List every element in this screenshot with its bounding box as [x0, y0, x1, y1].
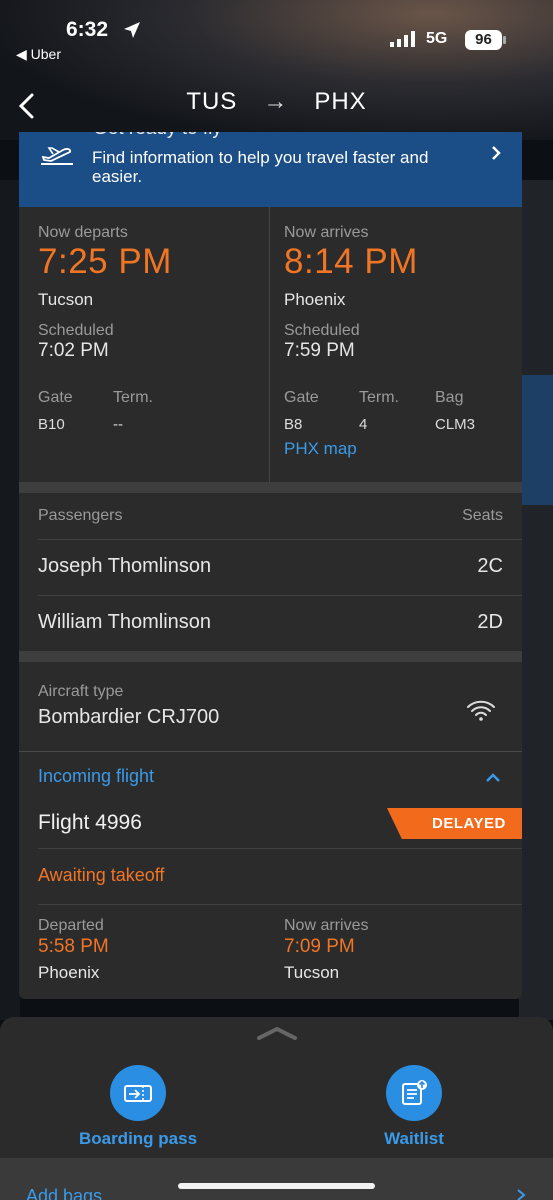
departed-city: Phoenix	[38, 963, 100, 982]
waitlist-button[interactable]: Waitlist	[334, 1065, 494, 1149]
incoming-flight-number: Flight 4996	[38, 811, 142, 834]
chevron-right-icon	[517, 1189, 526, 1200]
boarding-pass-button[interactable]: Boarding pass	[58, 1065, 218, 1149]
sheet-handle-icon[interactable]	[256, 1025, 298, 1041]
terminal-label: Term.	[359, 389, 399, 406]
add-bags-row[interactable]: Add bags	[0, 1158, 553, 1200]
departs-label: Now departs	[38, 224, 128, 241]
destination-code: PHX	[314, 88, 367, 115]
battery-icon: 96	[465, 30, 502, 50]
incoming-flight-section: Incoming flight Flight 4996 DELAYED Awai…	[19, 753, 522, 999]
incoming-arrives-label: Now arrives	[284, 917, 369, 934]
departure-gate: B10	[38, 416, 65, 433]
route-title: TUS → PHX	[0, 88, 553, 116]
location-arrow-icon	[124, 22, 140, 38]
banner-title: Get ready to fly	[93, 132, 222, 140]
flight-details-card: Get ready to fly Find information to hel…	[19, 132, 522, 999]
seats-header: Seats	[462, 507, 503, 524]
arrival-column: Now arrives 8:14 PM Phoenix Scheduled 7:…	[284, 207, 522, 482]
departure-time: 7:25 PM	[38, 242, 172, 281]
departed-label: Departed	[38, 917, 104, 934]
travel-info-banner[interactable]: Get ready to fly Find information to hel…	[19, 132, 522, 207]
bag-label: Bag	[435, 389, 464, 406]
home-indicator	[178, 1183, 375, 1189]
passengers-section: Passengers Seats Joseph Thomlinson 2C Wi…	[19, 493, 522, 651]
aircraft-type: Bombardier CRJ700	[38, 706, 220, 728]
incoming-departed: Departed 5:58 PM Phoenix	[38, 917, 109, 983]
back-to-app-link[interactable]: ◀ Uber	[16, 46, 61, 63]
chevron-right-icon	[492, 146, 501, 160]
boarding-pass-label: Boarding pass	[78, 1129, 198, 1148]
passenger-seat: 2C	[477, 555, 503, 577]
passenger-name: Joseph Thomlinson	[38, 555, 212, 577]
bottom-action-sheet: Boarding pass Waitlist Add bags	[0, 1017, 553, 1200]
phx-map-link[interactable]: PHX map	[284, 439, 357, 459]
delayed-badge: DELAYED	[387, 808, 522, 839]
passenger-row[interactable]: Joseph Thomlinson 2C	[38, 539, 522, 595]
bag-claim: CLM3	[435, 416, 476, 433]
arrives-label: Now arrives	[284, 224, 369, 241]
waitlist-label: Waitlist	[384, 1129, 444, 1148]
terminal-label: Term.	[113, 389, 153, 406]
section-divider	[19, 482, 522, 493]
arrival-time: 8:14 PM	[284, 242, 418, 281]
passengers-header: Passengers	[38, 507, 123, 524]
plane-takeoff-icon	[41, 147, 73, 165]
incoming-status: Awaiting takeoff	[38, 865, 165, 885]
arrival-city: Phoenix	[284, 290, 346, 309]
section-divider	[19, 651, 522, 662]
arrival-gate: B8	[284, 416, 303, 433]
arrival-scheduled-label: Scheduled	[284, 322, 360, 339]
departed-time: 5:58 PM	[38, 936, 109, 957]
incoming-flight-toggle[interactable]: Incoming flight	[38, 766, 154, 787]
delayed-badge-text: DELAYED	[432, 815, 506, 832]
background-left	[0, 180, 20, 1020]
gate-label: Gate	[284, 389, 319, 406]
arrival-scheduled-time: 7:59 PM	[284, 340, 355, 361]
chevron-up-icon[interactable]	[485, 771, 501, 783]
incoming-arrives-time: 7:09 PM	[284, 936, 355, 957]
add-bags-label: Add bags	[26, 1186, 103, 1200]
signal-icon	[390, 31, 415, 47]
departure-column: Now departs 7:25 PM Tucson Scheduled 7:0…	[38, 207, 278, 482]
waitlist-icon	[402, 1080, 427, 1105]
departure-terminal: --	[113, 416, 123, 433]
passenger-row[interactable]: William Thomlinson 2D	[38, 595, 522, 651]
status-bar: 6:32 ◀ Uber 5G 96	[0, 0, 553, 70]
passenger-name: William Thomlinson	[38, 611, 212, 633]
aircraft-type-label: Aircraft type	[38, 683, 124, 700]
background-right	[519, 180, 553, 1020]
status-time: 6:32	[66, 18, 109, 41]
nav-header: TUS → PHX	[0, 80, 553, 130]
aircraft-section: Aircraft type Bombardier CRJ700	[19, 662, 522, 752]
arrival-terminal: 4	[359, 416, 368, 433]
incoming-arrives-city: Tucson	[284, 963, 340, 982]
departure-city: Tucson	[38, 290, 94, 309]
wifi-icon	[467, 700, 495, 721]
route-arrow-icon: →	[263, 88, 289, 115]
network-type: 5G	[426, 30, 448, 47]
passenger-seat: 2D	[477, 611, 503, 633]
incoming-arrives: Now arrives 7:09 PM Tucson	[284, 917, 368, 983]
origin-code: TUS	[186, 88, 238, 115]
departure-scheduled-time: 7:02 PM	[38, 340, 109, 361]
banner-text: Find information to help you travel fast…	[92, 148, 429, 186]
flight-times: Now departs 7:25 PM Tucson Scheduled 7:0…	[19, 207, 522, 482]
departure-scheduled-label: Scheduled	[38, 322, 114, 339]
gate-label: Gate	[38, 389, 73, 406]
boarding-pass-icon	[124, 1085, 152, 1102]
